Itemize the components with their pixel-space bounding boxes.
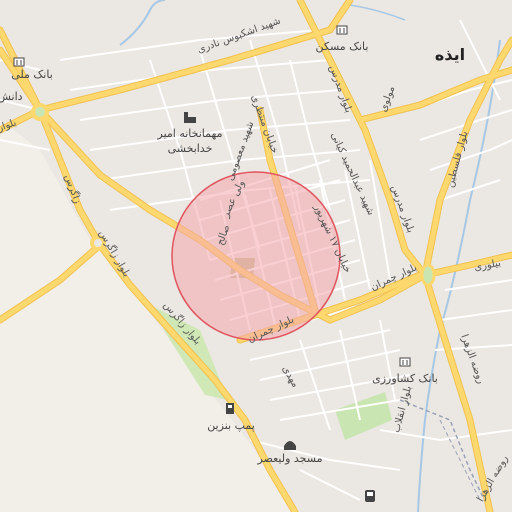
poi-label: بانک ملی [11, 68, 53, 81]
poi-label: خدابخشی [168, 142, 213, 155]
map-canvas[interactable]: ایذه بانک مسکن بانک ملی دانش مهمانخانه ا… [0, 0, 512, 512]
poi-label: مسجد ولیعصر [257, 452, 323, 465]
bank-icon[interactable] [336, 25, 348, 35]
bus-icon[interactable] [365, 490, 375, 502]
roundabout [31, 103, 49, 121]
city-label: ایذه [435, 45, 465, 64]
highlight-area-circle[interactable] [171, 171, 341, 341]
poi-label: پمپ بنزین [207, 419, 255, 432]
map-view[interactable]: ایذه بانک مسکن بانک ملی دانش مهمانخانه ا… [0, 0, 512, 512]
poi-label: دانش [0, 90, 23, 103]
poi-label: بانک مسکن [316, 40, 369, 53]
bank-icon[interactable] [13, 57, 25, 67]
poi-label: مهمانخانه امیر [157, 127, 223, 140]
poi-label: بانک کشاورزی [372, 372, 438, 385]
bank-icon[interactable] [399, 357, 411, 367]
roundabout [420, 263, 436, 287]
fuel-icon[interactable] [226, 403, 234, 414]
